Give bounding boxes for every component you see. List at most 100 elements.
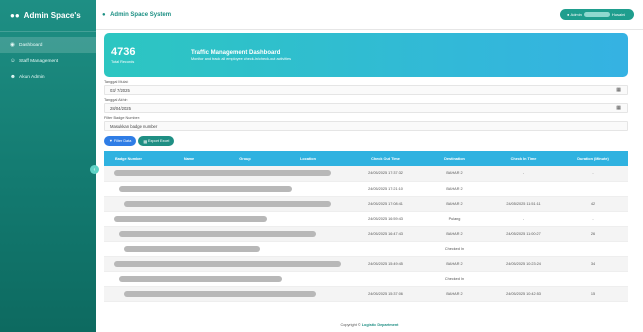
dashboard-icon: ◉ <box>10 42 15 48</box>
redaction-bar <box>123 200 332 207</box>
table-row[interactable]: 24/05/2025 17:37:32 BAHAR 2-- <box>104 166 628 182</box>
table-cell-dest: Pulang <box>420 211 489 227</box>
export-excel-label: Export Excel <box>148 139 170 143</box>
users-group-icon: ●● <box>10 11 20 20</box>
hero-text: Traffic Management Dashboard Monitor and… <box>191 50 291 61</box>
table-cell-in: - <box>489 211 558 227</box>
footer-brand: Logistic Department <box>361 323 399 327</box>
table-cell-dur <box>558 181 628 197</box>
table-cell-out: 24/05/2025 17:08:41 <box>351 196 420 212</box>
column-header[interactable]: Destination <box>420 151 489 166</box>
redacted-username <box>583 12 610 17</box>
table-cell-in: 24/05/2025 11:51:11 <box>489 196 558 212</box>
user-suffix: Husaini <box>611 12 626 17</box>
table-row[interactable]: 24/05/2025 16:47:43 BAHAR 2 24/05/2025 11:… <box>104 226 628 242</box>
filter-data-button[interactable]: ▼ Filter Data <box>104 136 137 146</box>
staff-icon: ☺ <box>10 58 16 64</box>
redacted-cell <box>104 256 351 272</box>
column-header[interactable]: Check Out Time <box>351 151 420 166</box>
table-cell-out: 24/05/2025 17:21:10 <box>351 181 420 197</box>
hero-title: Traffic Management Dashboard <box>191 49 281 56</box>
calendar-icon[interactable]: ▦ <box>616 105 621 111</box>
redacted-cell <box>104 241 351 257</box>
main-content: 4736 Total Records Traffic Management Da… <box>96 30 643 332</box>
sidebar-item-label: Akun Admin <box>19 74 45 80</box>
footer-copyright: Copyright © <box>340 323 361 327</box>
table-cell-out: 24/05/2025 15:49:45 <box>351 256 420 272</box>
column-header[interactable]: Duration (Minute) <box>558 151 628 166</box>
sidebar-item-label: Dashboard <box>19 42 43 48</box>
table-cell-dur: 42 <box>558 196 628 212</box>
end-date-input[interactable]: 28/04/2025 ▦ <box>104 103 628 113</box>
redacted-cell <box>104 271 351 287</box>
filter-actions: ▼ Filter Data ▦ Export Excel <box>104 136 628 146</box>
end-date-value: 28/04/2025 <box>110 105 131 111</box>
column-header[interactable]: Badge Number <box>104 151 153 166</box>
total-records-caption: Total Records <box>111 60 135 64</box>
sidebar-item-label: Staff Management <box>19 58 59 64</box>
column-header[interactable]: Location <box>265 151 351 166</box>
table-cell-dest: BAHAR 2 <box>420 181 489 197</box>
table-cell-dest: BAHAR 2 <box>420 166 489 182</box>
table-cell-dur: 26 <box>558 226 628 242</box>
redaction-bar <box>123 245 260 252</box>
sidebar-brand[interactable]: ●● Admin Space's <box>0 0 96 32</box>
column-header[interactable]: Check In Time <box>489 151 558 166</box>
table-cell-out: 24/05/2025 16:47:43 <box>351 226 420 242</box>
table-cell-dur: - <box>558 166 628 182</box>
table-cell-dest: BAHAR 2 <box>420 256 489 272</box>
table-row[interactable]: 24/05/2025 15:37:06 BAHAR 2 24/05/2025 10:… <box>104 286 628 302</box>
table-cell-out <box>351 271 420 287</box>
table-row[interactable]: 24/05/2025 17:21:10 BAHAR 2 <box>104 181 628 197</box>
table-cell-out: 24/05/2025 17:37:32 <box>351 166 420 182</box>
table-row[interactable]: Checked In <box>104 241 628 257</box>
column-header[interactable]: Group <box>225 151 265 166</box>
sidebar: ●● Admin Space's ◉ Dashboard ☺ Staff Man… <box>0 0 96 332</box>
start-date-label: Tanggal Mulai: <box>104 80 129 84</box>
traffic-table: Badge Number Name Group Location Check O… <box>104 151 628 302</box>
users-icon: ☻ <box>10 74 16 80</box>
start-date-value: 03/ 7/2025 <box>110 87 130 93</box>
table-row[interactable]: Checked In <box>104 271 628 287</box>
page-title: ● Admin Space System <box>102 12 171 18</box>
table-cell-in: - <box>489 166 558 182</box>
table-cell-dur: 34 <box>558 256 628 272</box>
redacted-cell <box>104 211 351 227</box>
table-cell-in: 24/05/2025 11:00:27 <box>489 226 558 242</box>
table-row[interactable]: 24/05/2025 15:49:45 BAHAR 2 24/05/2025 10:… <box>104 256 628 272</box>
table-row[interactable]: 24/05/2025 16:59:43 Pulang - - <box>104 211 628 227</box>
table-header-row: Badge Number Name Group Location Check O… <box>104 151 628 166</box>
end-date-label: Tanggal Akhir: <box>104 98 128 102</box>
redaction-bar <box>118 275 282 282</box>
table-cell-out <box>351 241 420 257</box>
sidebar-item-staff-management[interactable]: ☺ Staff Management <box>0 53 96 69</box>
table-cell-in <box>489 241 558 257</box>
sidebar-item-akun-admin[interactable]: ☻ Akun Admin <box>0 69 96 85</box>
redacted-cell <box>104 196 351 212</box>
sidebar-item-dashboard[interactable]: ◉ Dashboard <box>0 37 96 53</box>
table-cell-out: 24/05/2025 15:37:06 <box>351 286 420 302</box>
export-excel-button[interactable]: ▦ Export Excel <box>138 136 175 146</box>
table-cell-in <box>489 181 558 197</box>
redaction-bar <box>123 290 317 297</box>
table-cell-in: 24/05/2025 10:42:53 <box>489 286 558 302</box>
total-records-count: 4736 <box>111 46 136 58</box>
user-menu-button[interactable]: ● Admin Husaini <box>560 9 634 20</box>
table-cell-dur <box>558 271 628 287</box>
start-date-input[interactable]: 03/ 7/2025 ▦ <box>104 85 628 95</box>
badge-number-placeholder: Masukkan badge number <box>110 123 158 129</box>
calendar-icon[interactable]: ▦ <box>616 87 621 93</box>
users-group-icon: ● <box>102 11 106 18</box>
table-row[interactable]: 24/05/2025 17:08:41 BAHAR 2 24/05/2025 11:… <box>104 196 628 212</box>
filter-data-label: Filter Data <box>113 139 132 143</box>
column-header[interactable]: Name <box>153 151 225 166</box>
page-title-text: Admin Space System <box>110 11 172 18</box>
total-records-card: 4736 Total Records <box>111 46 191 64</box>
footer: Copyright © Logistic Department <box>96 318 643 332</box>
redaction-bar <box>113 170 332 177</box>
redacted-cell <box>104 166 351 182</box>
badge-filter-label: Filter Badge Number: <box>104 116 141 120</box>
badge-number-input[interactable]: Masukkan badge number <box>104 121 628 131</box>
redaction-bar <box>118 185 292 192</box>
redaction-bar <box>118 230 317 237</box>
